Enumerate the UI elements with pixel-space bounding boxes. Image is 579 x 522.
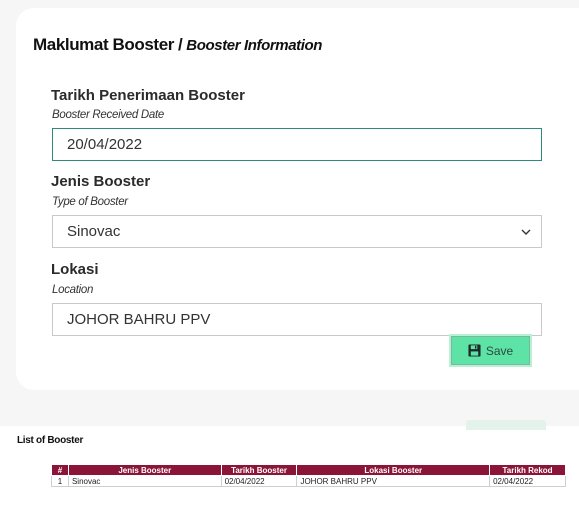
- col-header-booster-type: Jenis Booster: [67, 464, 222, 476]
- booster-info-card: Maklumat Booster / Booster Information Tar…: [16, 8, 579, 390]
- save-label: Save: [485, 343, 514, 358]
- booster-type-value: Sinovac: [67, 223, 121, 240]
- cell-booster-type: Sinovac: [67, 475, 222, 487]
- cell-index: 1: [51, 475, 69, 487]
- hidden-button-edge: [466, 420, 546, 430]
- location-label: Lokasi: [51, 261, 99, 278]
- received-date-label: Tarikh Penerimaan Booster: [51, 87, 245, 104]
- col-header-record-date: Tarikh Rekod: [489, 464, 566, 476]
- title-separator: /: [177, 35, 183, 54]
- table-row[interactable]: 1 Sinovac 02/04/2022 JOHOR BAHRU PPV 02/…: [51, 475, 566, 487]
- received-date-sublabel: Booster Received Date: [52, 109, 164, 121]
- title-en: Booster Information: [186, 37, 323, 54]
- received-date-input[interactable]: 20/04/2022: [52, 128, 542, 161]
- location-sublabel: Location: [52, 284, 94, 296]
- floppy-disk-icon: [468, 344, 481, 357]
- cell-record-date: 02/04/2022: [489, 475, 566, 487]
- col-header-index: #: [51, 464, 69, 476]
- table-header-row: # Jenis Booster Tarikh Booster Lokasi Bo…: [51, 464, 566, 476]
- col-header-booster-date: Tarikh Booster: [220, 464, 298, 476]
- chevron-down-icon: [521, 229, 531, 235]
- save-button[interactable]: Save: [451, 336, 530, 365]
- title-ms: Maklumat Booster: [33, 35, 174, 54]
- cell-booster-date: 02/04/2022: [220, 475, 298, 487]
- booster-type-select[interactable]: Sinovac: [52, 215, 542, 248]
- booster-type-sublabel: Type of Booster: [52, 196, 128, 208]
- location-input[interactable]: JOHOR BAHRU PPV: [52, 303, 542, 336]
- card-title: Maklumat Booster / Booster Information: [33, 35, 322, 55]
- list-title: List of Booster: [17, 435, 84, 446]
- col-header-booster-location: Lokasi Booster: [296, 464, 491, 476]
- booster-table: # Jenis Booster Tarikh Booster Lokasi Bo…: [51, 464, 566, 487]
- cell-booster-location: JOHOR BAHRU PPV: [296, 475, 491, 487]
- booster-type-label: Jenis Booster: [51, 173, 151, 190]
